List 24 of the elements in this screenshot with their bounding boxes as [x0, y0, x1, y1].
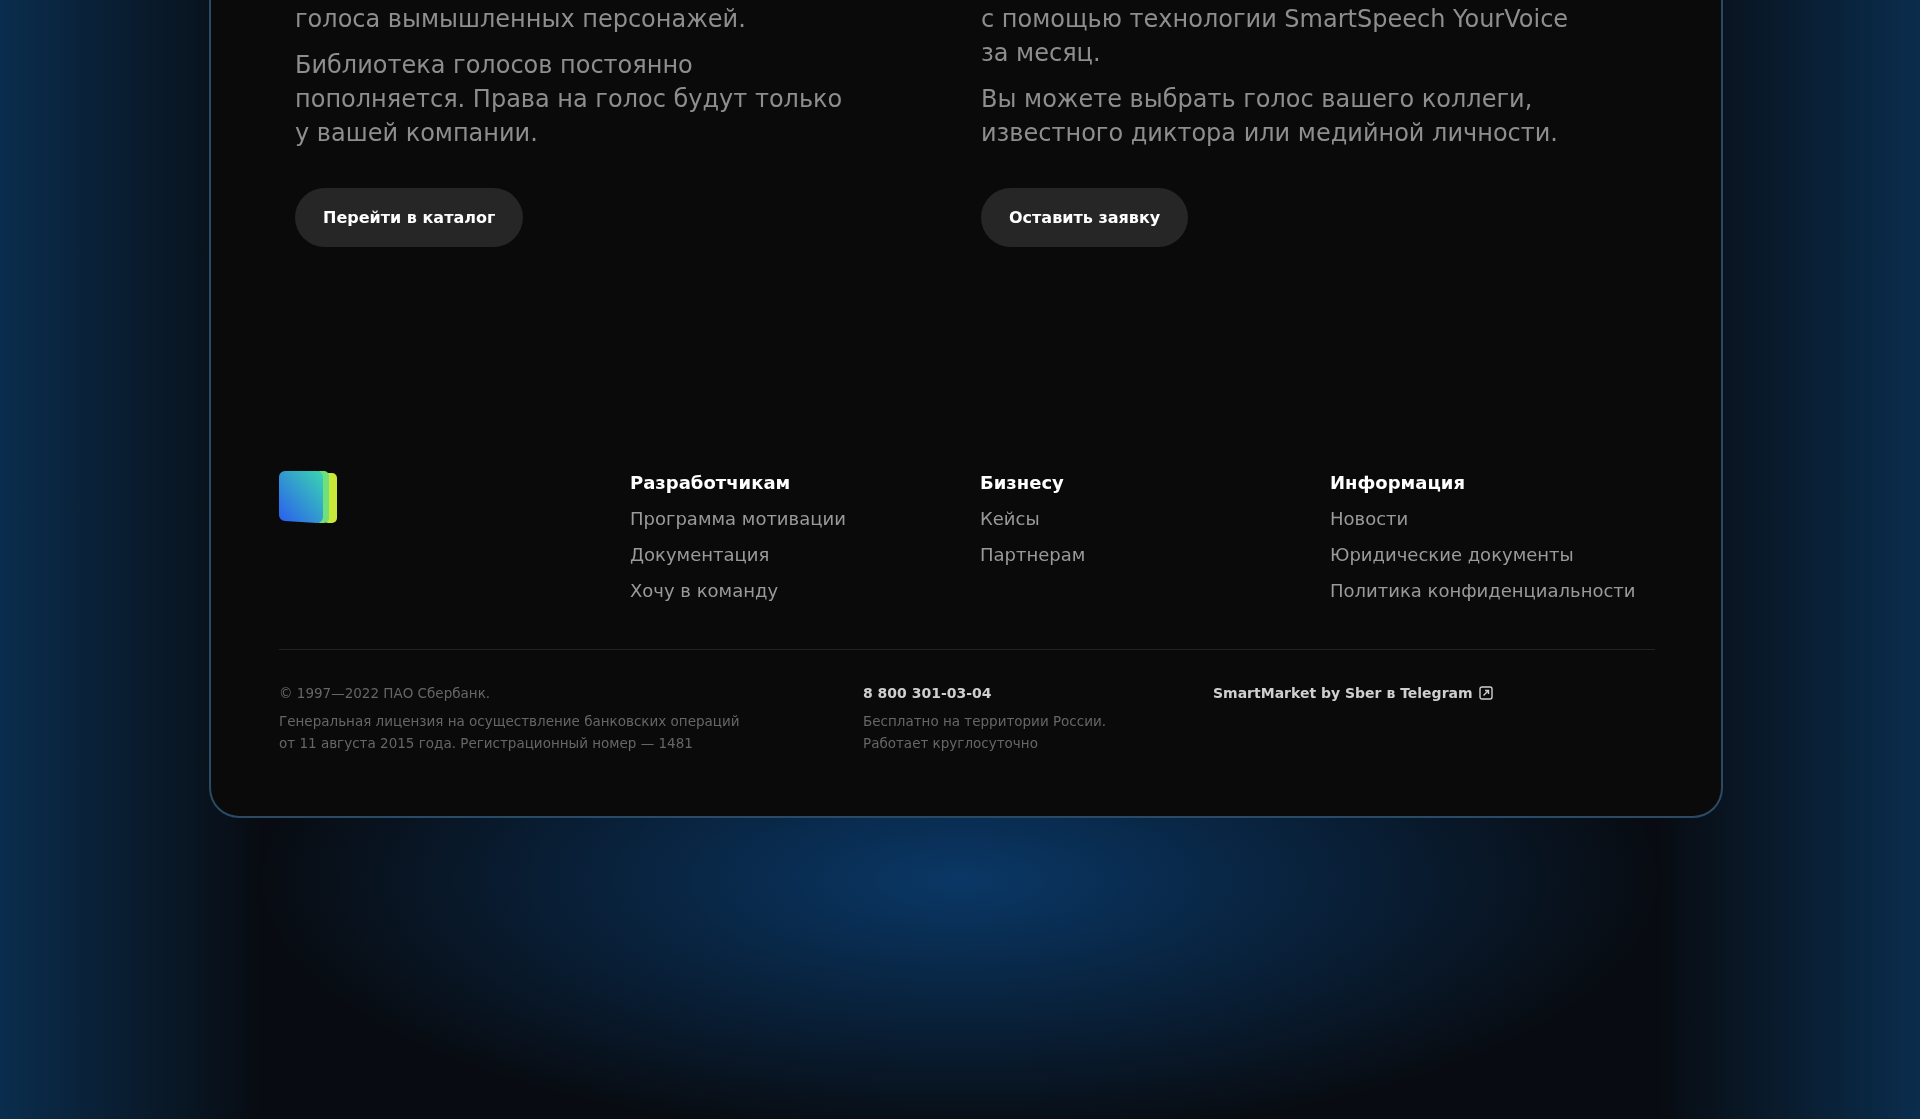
- phone-note: Бесплатно на территории России. Работает круглосуточно: [863, 712, 1108, 753]
- column-heading: Бизнесу: [980, 471, 1064, 495]
- description-text: с помощью технологии SmartSpeech YourVoice за месяц.: [981, 4, 1570, 69]
- footer-link[interactable]: Юридические документы: [1330, 543, 1574, 567]
- footer-link[interactable]: Новости: [1330, 507, 1409, 531]
- action-button[interactable]: Оставить заявку: [981, 188, 1189, 247]
- license-text: Генеральная лицензия на осуществление банковских операций от 11 августа 2015 года. Регистрационный номер — 1481: [279, 712, 741, 753]
- phone-number: 8 800 301-03-04: [863, 684, 992, 703]
- description-text: голоса вымышленных персонажей.: [295, 4, 746, 35]
- logo-icon: [279, 469, 339, 525]
- column-heading: Разработчикам: [630, 471, 791, 495]
- footer-link[interactable]: Хочу в команду: [630, 579, 779, 603]
- telegram-link[interactable]: SmartMarket by Sber в Telegram: [1213, 682, 1493, 704]
- footer-link[interactable]: Программа мотивации: [630, 507, 846, 531]
- copyright-text: © 1997—2022 ПАО Сбербанк.: [279, 684, 491, 703]
- description-text: Библиотека голосов постоянно пополняется. Права на голос будут только у вашей компании.: [295, 50, 844, 149]
- footer-link[interactable]: Кейсы: [980, 507, 1040, 531]
- external-link-icon: [1478, 686, 1493, 700]
- footer-link[interactable]: Партнерам: [980, 543, 1086, 567]
- description-text: Вы можете выбрать голос вашего коллеги, известного диктора или медийной личности.: [981, 84, 1559, 149]
- column-heading: Информация: [1330, 471, 1465, 495]
- footer-link[interactable]: Политика конфиденциальности: [1330, 579, 1636, 603]
- footer-link[interactable]: Документация: [630, 543, 770, 567]
- action-button[interactable]: Перейти в каталог: [295, 188, 524, 247]
